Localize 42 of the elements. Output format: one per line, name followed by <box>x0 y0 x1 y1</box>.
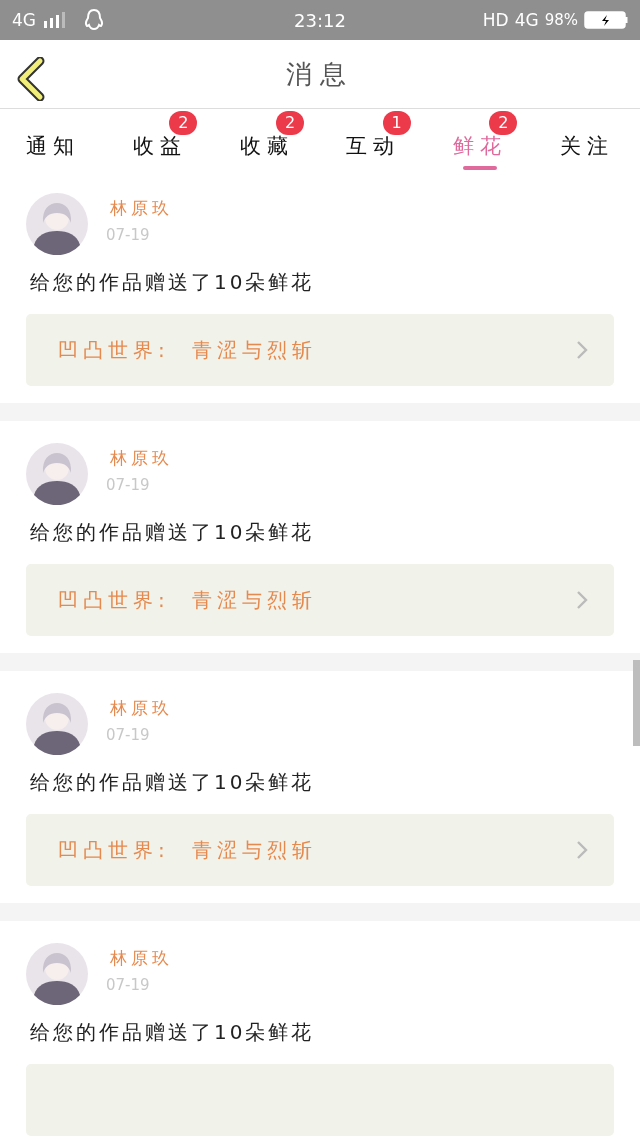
avatar <box>26 693 88 755</box>
page-title: 消息 <box>286 57 354 91</box>
user-name[interactable]: 林原玖 <box>110 697 173 720</box>
message-text: 给您的作品赠送了10朵鲜花 <box>30 1019 316 1046</box>
tab[interactable]: 收藏 2 <box>213 109 320 171</box>
penguin-icon <box>84 9 104 31</box>
tab[interactable]: 鲜花 2 <box>426 109 534 171</box>
user-name[interactable]: 林原玖 <box>110 947 173 970</box>
chevron-right-icon <box>576 340 588 360</box>
user-name[interactable]: 林原玖 <box>110 197 173 220</box>
back-icon <box>16 57 46 101</box>
count-badge: 2 <box>276 111 304 135</box>
message-text: 给您的作品赠送了10朵鲜花 <box>30 769 316 796</box>
avatar <box>26 193 88 255</box>
avatar <box>26 443 88 505</box>
tab[interactable]: 互动 1 <box>320 109 427 171</box>
scrollbar[interactable] <box>633 660 640 746</box>
work-title: 凹凸世界: 青涩与烈斩 <box>58 836 318 864</box>
tab[interactable]: 通知 <box>0 109 107 171</box>
message-text: 给您的作品赠送了10朵鲜花 <box>30 269 316 296</box>
message-text: 给您的作品赠送了10朵鲜花 <box>30 519 316 546</box>
chevron-right-icon <box>576 590 588 610</box>
battery-percent: 98% <box>544 11 578 29</box>
count-badge: 2 <box>169 111 198 135</box>
work-link[interactable]: 凹凸世界: 青涩与烈斩 <box>26 564 614 636</box>
work-title: 凹凸世界: 青涩与烈斩 <box>58 336 318 364</box>
battery-icon <box>584 11 628 29</box>
count-badge: 1 <box>382 111 411 135</box>
work-link[interactable]: 凹凸世界: 青涩与烈斩 <box>26 314 614 386</box>
count-badge: 2 <box>489 111 518 135</box>
avatar <box>26 943 88 1005</box>
chevron-right-icon <box>576 840 588 860</box>
signal-icon <box>44 12 68 28</box>
work-title: 凹凸世界: 青涩与烈斩 <box>58 586 318 614</box>
work-link[interactable]: 凹凸世界: 青涩与烈斩 <box>26 814 614 886</box>
user-name[interactable]: 林原玖 <box>110 447 173 470</box>
hd-indicator: HD <box>482 10 509 30</box>
clock: 23:12 <box>294 9 346 31</box>
tab[interactable]: 收益 2 <box>106 109 214 171</box>
network-type: 4G <box>12 10 36 30</box>
tab[interactable]: 关注 <box>533 109 640 171</box>
network-type: 4G <box>514 10 539 30</box>
